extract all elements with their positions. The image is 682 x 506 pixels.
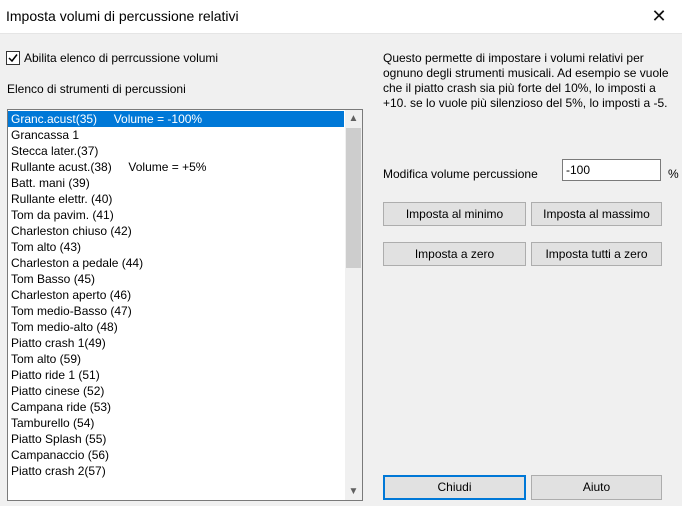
list-item[interactable]: Piatto Splash (55): [8, 431, 344, 447]
help-button[interactable]: Aiuto: [531, 475, 662, 500]
list-item[interactable]: Piatto crash 1(49): [8, 335, 344, 351]
list-item[interactable]: Stecca later.(37): [8, 143, 344, 159]
list-item[interactable]: Tom medio-Basso (47): [8, 303, 344, 319]
scroll-up-icon[interactable]: ▲: [345, 110, 362, 127]
instrument-list-items: Granc.acust(35) Volume = -100% Grancassa …: [8, 111, 344, 479]
list-item[interactable]: Granc.acust(35) Volume = -100%: [8, 111, 344, 127]
checkbox-box[interactable]: [6, 51, 20, 65]
instrument-list-label: Elenco di strumenti di percussioni: [7, 82, 186, 96]
list-item[interactable]: Tom da pavim. (41): [8, 207, 344, 223]
description-text: Questo permette di impostare i volumi re…: [383, 51, 669, 110]
list-item[interactable]: Rullante elettr. (40): [8, 191, 344, 207]
vertical-scrollbar[interactable]: ▲ ▼: [345, 110, 362, 500]
list-item[interactable]: Batt. mani (39): [8, 175, 344, 191]
scroll-thumb[interactable]: [346, 128, 361, 268]
list-item[interactable]: Tom alto (43): [8, 239, 344, 255]
set-zero-button[interactable]: Imposta a zero: [383, 242, 526, 266]
scroll-down-icon[interactable]: ▼: [345, 483, 362, 500]
percent-unit: %: [668, 167, 679, 181]
modify-volume-input[interactable]: [562, 159, 661, 181]
list-item[interactable]: Tom Basso (45): [8, 271, 344, 287]
list-item[interactable]: Charleston aperto (46): [8, 287, 344, 303]
list-item[interactable]: Campanaccio (56): [8, 447, 344, 463]
list-item[interactable]: Campana ride (53): [8, 399, 344, 415]
set-minimum-button[interactable]: Imposta al minimo: [383, 202, 526, 226]
list-item[interactable]: Piatto ride 1 (51): [8, 367, 344, 383]
close-icon[interactable]: ✕: [636, 0, 682, 33]
list-item[interactable]: Piatto cinese (52): [8, 383, 344, 399]
list-item[interactable]: Tom alto (59): [8, 351, 344, 367]
title-bar: Imposta volumi di percussione relativi ✕: [0, 0, 682, 34]
window-title: Imposta volumi di percussione relativi: [6, 8, 239, 24]
checkbox-label: Abilita elenco di perrcussione volumi: [24, 51, 219, 65]
list-item[interactable]: Charleston chiuso (42): [8, 223, 344, 239]
list-item[interactable]: Tamburello (54): [8, 415, 344, 431]
list-item[interactable]: Tom medio-alto (48): [8, 319, 344, 335]
list-item[interactable]: Grancassa 1: [8, 127, 344, 143]
checkmark-icon: [8, 54, 18, 63]
close-button[interactable]: Chiudi: [383, 475, 526, 500]
set-maximum-button[interactable]: Imposta al massimo: [531, 202, 662, 226]
list-item[interactable]: Rullante acust.(38) Volume = +5%: [8, 159, 344, 175]
set-all-zero-button[interactable]: Imposta tutti a zero: [531, 242, 662, 266]
list-item[interactable]: Charleston a pedale (44): [8, 255, 344, 271]
instrument-listbox[interactable]: Granc.acust(35) Volume = -100% Grancassa …: [7, 109, 363, 501]
modify-volume-label: Modifica volume percussione: [383, 167, 538, 181]
list-item[interactable]: Piatto crash 2(57): [8, 463, 344, 479]
enable-volume-list-checkbox[interactable]: Abilita elenco di perrcussione volumi: [6, 51, 218, 65]
